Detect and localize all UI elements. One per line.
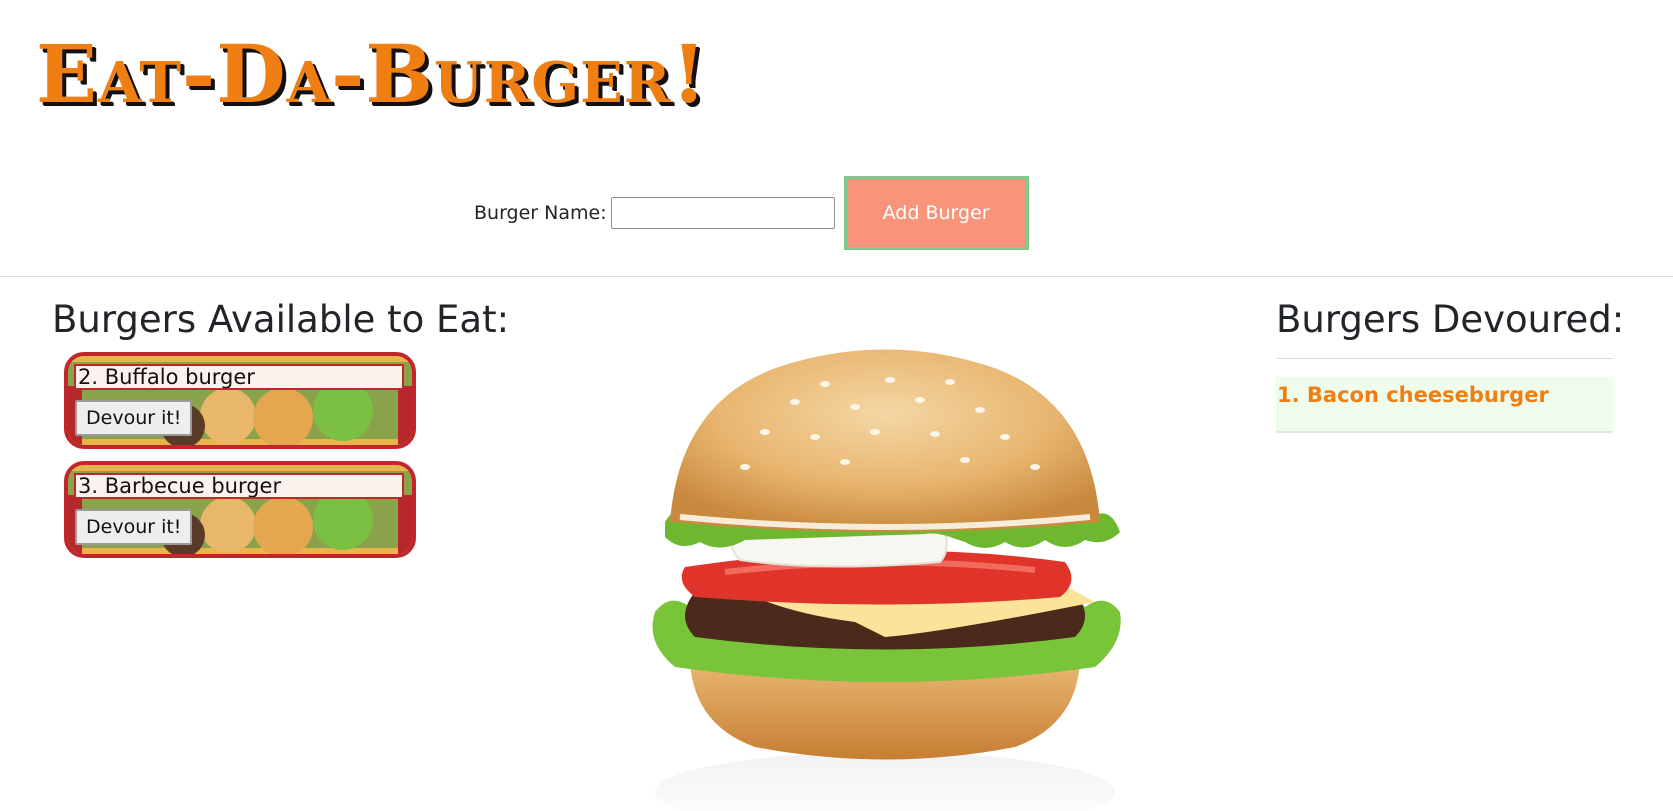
devoured-list: 1. Bacon cheeseburger bbox=[1276, 377, 1613, 433]
page: Eat-Da-Burger! Burger Name: Add Burger B… bbox=[0, 0, 1673, 811]
burger-name: 2. Buffalo burger bbox=[74, 364, 404, 390]
devoured-divider bbox=[1276, 358, 1613, 359]
devoured-item: 1. Bacon cheeseburger bbox=[1276, 377, 1613, 433]
add-burger-form: Burger Name: Add Burger bbox=[474, 176, 1029, 250]
devoured-title: Burgers Devoured: bbox=[1276, 298, 1625, 341]
burger-name-label: Burger Name: bbox=[474, 202, 607, 224]
available-title: Burgers Available to Eat: bbox=[52, 298, 510, 341]
burger-card: 2. Buffalo burger Devour it! bbox=[64, 352, 416, 449]
devour-button[interactable]: Devour it! bbox=[75, 509, 193, 545]
available-section: Burgers Available to Eat: 2. Buffalo bur… bbox=[52, 296, 522, 558]
header-divider bbox=[0, 276, 1673, 277]
burger-card: 3. Barbecue burger Devour it! bbox=[64, 461, 416, 558]
add-burger-button[interactable]: Add Burger bbox=[843, 176, 1029, 250]
burger-name-input[interactable] bbox=[610, 197, 835, 229]
devour-button[interactable]: Devour it! bbox=[75, 400, 193, 436]
available-list: 2. Buffalo burger Devour it! 3. Barbecue… bbox=[52, 352, 522, 558]
site-title: Eat-Da-Burger! bbox=[36, 27, 708, 121]
burger-name: 3. Barbecue burger bbox=[74, 473, 404, 499]
devoured-section: Burgers Devoured: 1. Bacon cheeseburger bbox=[1276, 296, 1625, 433]
burger-image bbox=[495, 292, 1275, 811]
